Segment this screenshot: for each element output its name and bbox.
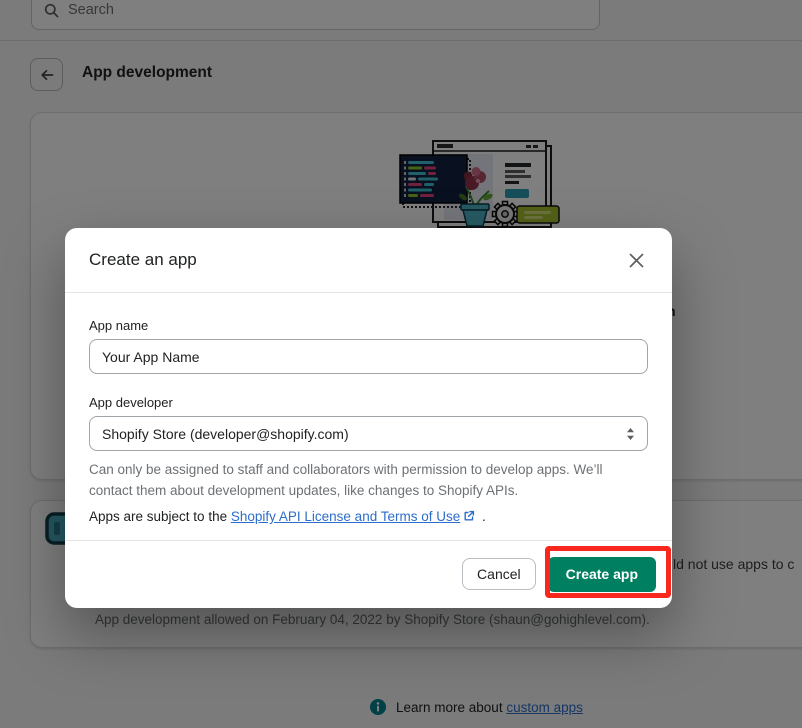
create-app-modal: Create an app App name App developer Sho…: [65, 228, 672, 608]
license-prefix: Apps are subject to the: [89, 509, 227, 524]
modal-footer-divider: [65, 540, 672, 541]
modal-body: App name App developer Shopify Store (de…: [65, 293, 672, 525]
close-button[interactable]: [620, 244, 652, 276]
app-developer-selected-value: Shopify Store (developer@shopify.com): [102, 426, 349, 442]
modal-footer: Cancel Create app: [462, 554, 656, 594]
app-developer-label: App developer: [89, 395, 648, 410]
developer-help-text: Can only be assigned to staff and collab…: [89, 459, 648, 501]
app-name-input[interactable]: [89, 339, 648, 374]
license-suffix: .: [478, 509, 486, 524]
modal-title: Create an app: [89, 250, 197, 270]
app-name-label: App name: [89, 318, 648, 333]
close-icon: [629, 253, 644, 268]
app-developer-field: App developer Shopify Store (developer@s…: [89, 395, 648, 451]
app-developer-select[interactable]: Shopify Store (developer@shopify.com): [89, 416, 648, 451]
license-line: Apps are subject to the Shopify API Lice…: [89, 509, 648, 525]
external-link-icon: [463, 510, 475, 525]
api-license-link[interactable]: Shopify API License and Terms of Use: [231, 509, 460, 524]
modal-header: Create an app: [65, 228, 672, 293]
select-stepper-icon: [626, 427, 635, 441]
cancel-button[interactable]: Cancel: [462, 558, 536, 590]
app-name-field: App name: [89, 318, 648, 374]
shopify-app-development-page: App development: [0, 0, 802, 728]
create-app-button[interactable]: Create app: [548, 557, 656, 592]
